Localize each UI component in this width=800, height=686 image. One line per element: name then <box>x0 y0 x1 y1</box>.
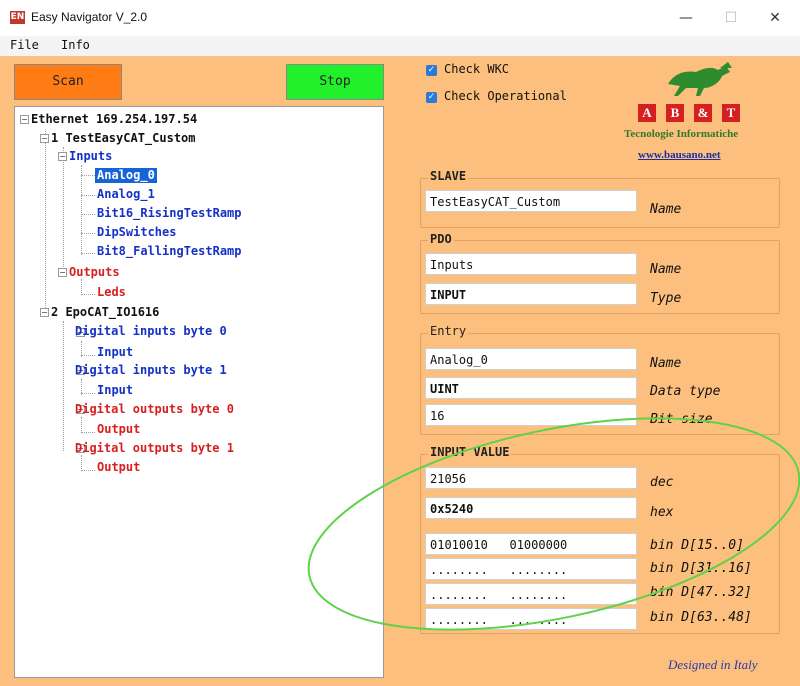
slave-name-label: Name <box>650 202 682 217</box>
menu-file[interactable]: File <box>10 38 39 52</box>
dec-value-field[interactable]: 21056 <box>425 467 637 489</box>
tree-node-digital-outputs-1[interactable]: Digital outputs byte 1 <box>75 441 234 456</box>
tree-line <box>81 417 82 433</box>
check-wkc-label: Check WKC <box>444 62 510 76</box>
main-panel: Scan Stop − Ethernet 169.254.197.54 − 1 … <box>0 56 800 686</box>
bin-63-48-label: bin D[63..48] <box>650 610 752 625</box>
tree-node-analog-0[interactable]: Analog_0 <box>95 168 157 183</box>
collapse-icon[interactable]: − <box>58 152 67 161</box>
hex-label: hex <box>650 505 674 520</box>
horse-icon <box>668 62 732 96</box>
dec-label: dec <box>650 475 674 490</box>
input-value-title: INPUT VALUE <box>428 445 512 459</box>
network-tree[interactable]: − Ethernet 169.254.197.54 − 1 TestEasyCA… <box>14 106 384 678</box>
logo-letter-amp: & <box>694 104 712 122</box>
slave-name-field[interactable]: TestEasyCAT_Custom <box>425 190 637 212</box>
tree-node-ethernet[interactable]: Ethernet 169.254.197.54 <box>31 112 197 127</box>
check-wkc-checkbox[interactable]: ✓ <box>426 65 437 76</box>
stop-button[interactable]: Stop <box>286 64 384 100</box>
bin-47-32-label: bin D[47..32] <box>650 585 752 600</box>
pdo-title: PDO <box>428 232 454 246</box>
collapse-icon[interactable]: − <box>40 308 49 317</box>
entry-bitsize-label: Bit size <box>650 412 713 427</box>
menu-bar: File Info <box>0 36 800 56</box>
entry-datatype-label: Data type <box>650 384 721 399</box>
bin-47-32-field[interactable]: ........ ........ <box>425 583 637 605</box>
bin-15-0-label: bin D[15..0] <box>650 538 744 553</box>
scan-button[interactable]: Scan <box>14 64 122 100</box>
collapse-icon[interactable]: − <box>58 268 67 277</box>
tree-node-digital-inputs-0[interactable]: Digital inputs byte 0 <box>75 324 227 339</box>
tree-line <box>63 321 64 451</box>
bin-63-48-field[interactable]: ........ ........ <box>425 608 637 630</box>
tree-node-input[interactable]: Input <box>97 383 133 398</box>
tree-node-output[interactable]: Output <box>97 460 140 475</box>
entry-name-label: Name <box>650 356 682 371</box>
designed-in-italy: Designed in Italy <box>668 657 758 672</box>
tree-node-dipswitches[interactable]: DipSwitches <box>97 225 176 240</box>
logo-subtitle: Tecnologie Informatiche <box>624 128 739 140</box>
bin-31-16-field[interactable]: ........ ........ <box>425 558 637 580</box>
tree-node-leds[interactable]: Leds <box>97 285 126 300</box>
tree-node-inputs[interactable]: Inputs <box>69 149 112 164</box>
logo-letter-t: T <box>722 104 740 122</box>
tree-node-bit16-rising[interactable]: Bit16_RisingTestRamp <box>97 206 242 221</box>
check-operational-label: Check Operational <box>444 89 567 103</box>
pdo-type-label: Type <box>650 291 682 306</box>
minimize-button[interactable]: — <box>666 6 706 30</box>
app-icon: EN <box>10 11 25 24</box>
bin-31-16-label: bin D[31..16] <box>650 561 752 576</box>
close-button[interactable]: ✕ <box>755 6 795 30</box>
tree-node-bit8-falling[interactable]: Bit8_FallingTestRamp <box>97 244 242 259</box>
maximize-button[interactable]: ☐ <box>711 6 751 30</box>
bin-15-0-field[interactable]: 01010010 01000000 <box>425 533 637 555</box>
entry-name-field[interactable]: Analog_0 <box>425 348 637 370</box>
logo-letter-b: B <box>666 104 684 122</box>
tree-node-slave-2[interactable]: 2 EpoCAT_IO1616 <box>51 305 159 320</box>
logo-website-link[interactable]: www.bausano.net <box>638 149 721 161</box>
collapse-icon[interactable]: − <box>20 115 29 124</box>
pdo-name-field[interactable]: Inputs <box>425 253 637 275</box>
tree-node-digital-inputs-1[interactable]: Digital inputs byte 1 <box>75 363 227 378</box>
entry-datatype-field[interactable]: UINT <box>425 377 637 399</box>
abt-logo: A B & T Tecnologie Informatiche www.baus… <box>620 58 790 170</box>
tree-node-outputs[interactable]: Outputs <box>69 265 120 280</box>
pdo-name-label: Name <box>650 262 682 277</box>
entry-title: Entry <box>428 324 469 338</box>
menu-info[interactable]: Info <box>61 38 90 52</box>
window-title: Easy Navigator V_2.0 <box>31 10 148 24</box>
collapse-icon[interactable]: − <box>40 134 49 143</box>
tree-line <box>81 455 82 471</box>
tree-line <box>63 147 64 275</box>
check-operational-checkbox[interactable]: ✓ <box>426 92 437 103</box>
tree-line <box>81 279 82 295</box>
tree-node-input[interactable]: Input <box>97 345 133 360</box>
pdo-type-field[interactable]: INPUT <box>425 283 637 305</box>
tree-line <box>45 129 46 316</box>
tree-node-slave-1[interactable]: 1 TestEasyCAT_Custom <box>51 131 196 146</box>
tree-line <box>81 165 82 255</box>
entry-bitsize-field[interactable]: 16 <box>425 404 637 426</box>
tree-node-output[interactable]: Output <box>97 422 140 437</box>
tree-node-digital-outputs-0[interactable]: Digital outputs byte 0 <box>75 402 234 417</box>
logo-letter-a: A <box>638 104 656 122</box>
hex-value-field[interactable]: 0x5240 <box>425 497 637 519</box>
title-bar: EN Easy Navigator V_2.0 — ☐ ✕ <box>0 0 800 36</box>
slave-title: SLAVE <box>428 169 469 183</box>
tree-node-analog-1[interactable]: Analog_1 <box>97 187 155 202</box>
